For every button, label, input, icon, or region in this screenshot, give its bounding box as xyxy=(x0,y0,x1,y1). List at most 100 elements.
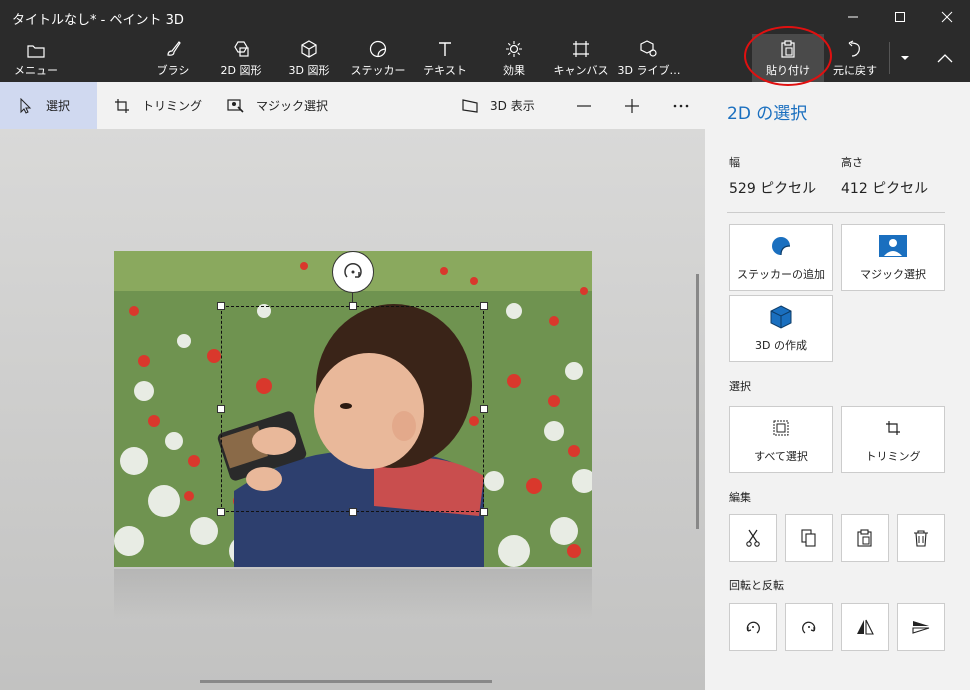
minimize-icon xyxy=(848,16,858,18)
effects-button[interactable]: 効果 xyxy=(499,34,529,82)
text-label: テキスト xyxy=(423,64,467,77)
view-3d-label: 3D 表示 xyxy=(490,99,535,113)
select-all-icon xyxy=(773,420,789,435)
flip-horizontal-button[interactable] xyxy=(841,603,889,651)
crop-button[interactable]: トリミング xyxy=(841,406,945,473)
section-select-heading: 選択 xyxy=(729,380,751,393)
resize-handle-se[interactable] xyxy=(480,508,488,516)
canvas-button[interactable]: キャンバス xyxy=(553,34,609,82)
crop-tool-label: トリミング xyxy=(142,99,203,113)
shapes-2d-button[interactable]: 2D 図形 xyxy=(218,34,264,82)
undo-label: 元に戻す xyxy=(833,64,877,77)
flip-horizontal-icon xyxy=(857,619,874,635)
height-value[interactable]: 412 ピクセル xyxy=(841,178,928,198)
close-button[interactable] xyxy=(924,0,970,34)
magic-select-button[interactable]: マジック選択 xyxy=(841,224,945,291)
resize-handle-n[interactable] xyxy=(349,302,357,310)
effects-label: 効果 xyxy=(503,64,525,77)
rotate-right-button[interactable] xyxy=(785,603,833,651)
flip-vertical-button[interactable] xyxy=(897,603,945,651)
make-3d-button[interactable]: 3D の作成 xyxy=(729,295,833,362)
canvas-icon xyxy=(573,41,589,57)
rotate-right-icon xyxy=(802,621,816,634)
canvas-shadow xyxy=(114,569,592,619)
maximize-button[interactable] xyxy=(877,0,923,34)
zoom-in-button[interactable] xyxy=(624,82,640,129)
width-value[interactable]: 529 ピクセル xyxy=(729,178,816,198)
shapes-3d-label: 3D 図形 xyxy=(288,64,330,77)
resize-handle-nw[interactable] xyxy=(217,302,225,310)
trash-icon xyxy=(914,530,928,547)
sticker-button[interactable]: ステッカー xyxy=(351,34,406,82)
shapes-3d-button[interactable]: 3D 図形 xyxy=(286,34,332,82)
resize-handle-ne[interactable] xyxy=(480,302,488,310)
minus-icon xyxy=(577,104,591,107)
resize-handle-sw[interactable] xyxy=(217,508,225,516)
highlight-circle xyxy=(744,26,832,86)
add-sticker-label: ステッカーの追加 xyxy=(737,267,825,281)
undo-button[interactable]: 元に戻す xyxy=(832,34,878,82)
rotate-clockwise-icon xyxy=(344,262,362,278)
copy-button[interactable] xyxy=(785,514,833,562)
magic-select-tool-label: マジック選択 xyxy=(256,99,329,113)
maximize-icon xyxy=(895,12,905,22)
3d-library-button[interactable]: 3D ライブ… xyxy=(618,34,680,82)
resize-handle-s[interactable] xyxy=(349,508,357,516)
menu-button[interactable]: メニュー xyxy=(14,34,58,82)
shapes-2d-icon xyxy=(234,41,249,57)
undo-icon xyxy=(848,40,860,57)
resize-handle-e[interactable] xyxy=(480,405,488,413)
ribbon-divider xyxy=(889,42,890,74)
magic-select-icon xyxy=(227,98,244,113)
add-sticker-button[interactable]: ステッカーの追加 xyxy=(729,224,833,291)
magic-select-tool-button[interactable]: マジック選択 xyxy=(226,82,328,129)
crop-tool-button[interactable]: トリミング xyxy=(112,82,202,129)
window-title: タイトルなし* - ペイント 3D xyxy=(12,13,184,28)
width-label: 幅 xyxy=(729,156,740,169)
section-edit-heading: 編集 xyxy=(729,491,751,504)
vertical-scrollbar[interactable] xyxy=(696,274,699,529)
rotate-left-icon xyxy=(746,621,760,634)
crop-icon xyxy=(886,420,900,435)
brush-icon xyxy=(167,41,181,56)
brush-label: ブラシ xyxy=(156,64,190,77)
more-dropdown-button[interactable] xyxy=(895,34,915,82)
magic-select-icon xyxy=(879,234,907,257)
text-button[interactable]: テキスト xyxy=(423,34,467,82)
close-icon xyxy=(941,11,953,23)
rotate-handle[interactable] xyxy=(332,251,374,293)
canvas-area[interactable] xyxy=(0,129,705,690)
paste-panel-button[interactable] xyxy=(841,514,889,562)
sticker-icon xyxy=(772,236,791,255)
more-options-button[interactable] xyxy=(672,82,690,129)
brush-button[interactable]: ブラシ xyxy=(155,34,191,82)
panel-title: 2D の選択 xyxy=(727,104,808,124)
3d-library-icon xyxy=(640,40,657,57)
chevron-up-icon xyxy=(937,54,953,63)
zoom-out-button[interactable] xyxy=(576,82,592,129)
sticker-label: ステッカー xyxy=(350,64,406,77)
section-rotate-heading: 回転と反転 xyxy=(729,579,784,592)
cursor-icon xyxy=(20,97,32,114)
tool-options-bar: 選択 トリミング マジック選択 3D 表示 xyxy=(0,82,705,129)
resize-handle-w[interactable] xyxy=(217,405,225,413)
rotate-left-button[interactable] xyxy=(729,603,777,651)
title-bar: タイトルなし* - ペイント 3D xyxy=(0,0,970,34)
copy-icon xyxy=(801,529,816,547)
collapse-ribbon-button[interactable] xyxy=(928,34,962,82)
horizontal-scrollbar[interactable] xyxy=(200,680,492,683)
minimize-button[interactable] xyxy=(830,0,876,34)
side-panel: 2D の選択 幅 529 ピクセル 高さ 412 ピクセル ステッカーの追加 マ… xyxy=(705,82,970,690)
panel-divider xyxy=(727,212,945,213)
select-all-button[interactable]: すべて選択 xyxy=(729,406,833,473)
select-tool-button[interactable]: 選択 xyxy=(0,82,97,129)
view-3d-button[interactable]: 3D 表示 xyxy=(460,82,535,129)
make-3d-label: 3D の作成 xyxy=(755,338,807,352)
chevron-down-icon xyxy=(901,56,909,60)
cut-button[interactable] xyxy=(729,514,777,562)
sun-icon xyxy=(506,41,522,57)
canvas-label: キャンバス xyxy=(553,64,609,77)
delete-button[interactable] xyxy=(897,514,945,562)
selection-rectangle[interactable] xyxy=(221,306,484,512)
height-label: 高さ xyxy=(841,156,863,169)
